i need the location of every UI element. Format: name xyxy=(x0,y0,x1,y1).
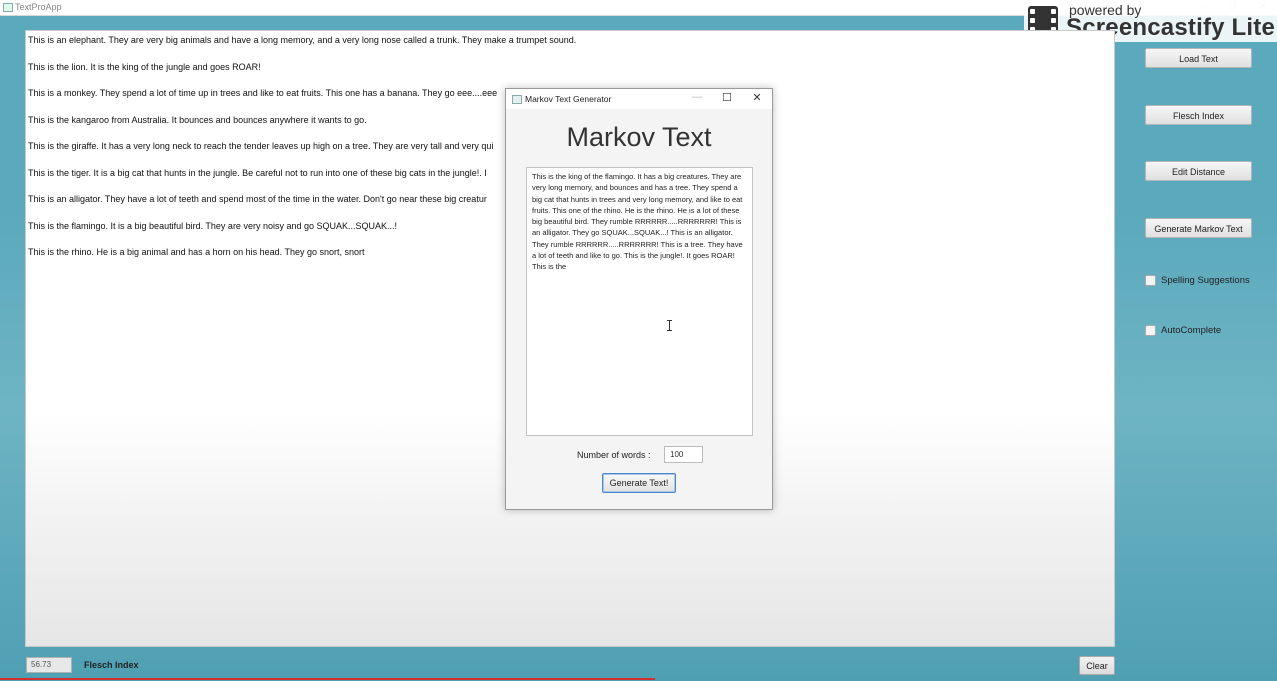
words-label: Number of words : xyxy=(577,450,651,460)
app-icon xyxy=(3,3,13,12)
dialog-heading: Markov Text xyxy=(566,122,712,152)
flesch-index-button[interactable]: Flesch Index xyxy=(1145,105,1252,125)
flesch-score-field: 56.73 xyxy=(26,657,72,673)
flesch-score-label: Flesch Index xyxy=(84,660,139,670)
spelling-suggestions-checkbox[interactable]: Spelling Suggestions xyxy=(1145,274,1250,288)
dialog-titlebar[interactable]: Markov Text Generator — ☐ ✕ xyxy=(506,89,772,109)
text-line: This is an elephant. They are very big a… xyxy=(28,35,577,45)
generate-markov-button[interactable]: Generate Markov Text xyxy=(1145,218,1252,238)
edit-distance-button[interactable]: Edit Distance xyxy=(1145,161,1252,181)
spelling-suggestions-label: Spelling Suggestions xyxy=(1161,275,1250,286)
progress-underline xyxy=(0,678,655,680)
checkbox-box[interactable] xyxy=(1145,324,1156,336)
autocomplete-checkbox[interactable]: AutoComplete xyxy=(1145,324,1221,338)
generated-text-area[interactable]: This is the king of the flamingo. It has… xyxy=(526,167,753,436)
app-title: TextProApp xyxy=(15,2,62,12)
clear-button[interactable]: Clear xyxy=(1079,656,1115,675)
words-count-input[interactable] xyxy=(664,446,703,463)
dialog-app-icon xyxy=(512,95,522,104)
generate-text-button[interactable]: Generate Text! xyxy=(602,473,676,493)
minimize-icon[interactable]: — xyxy=(687,91,707,103)
maximize-icon[interactable]: ☐ xyxy=(717,91,737,104)
autocomplete-label: AutoComplete xyxy=(1161,325,1222,336)
text-line: This is the lion. It is the king of the … xyxy=(28,61,261,72)
close-icon[interactable]: ✕ xyxy=(747,91,767,104)
checkbox-box[interactable] xyxy=(1145,274,1156,286)
load-text-button[interactable]: Load Text xyxy=(1145,48,1252,68)
dialog-title: Markov Text Generator xyxy=(525,94,612,104)
text-cursor-icon xyxy=(667,320,672,331)
markov-dialog: Markov Text Generator — ☐ ✕ Markov Text … xyxy=(505,88,773,510)
